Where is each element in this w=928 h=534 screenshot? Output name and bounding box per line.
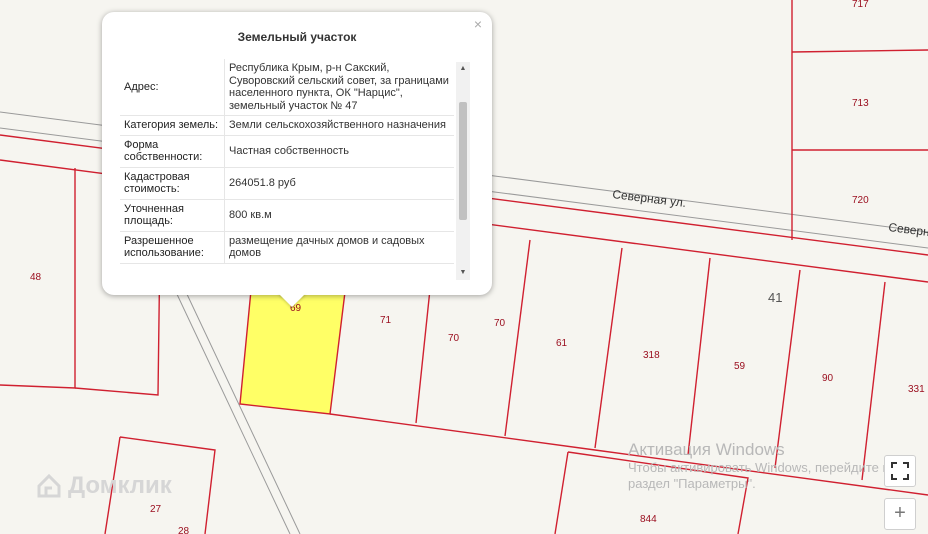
parcel-boundary[interactable]	[687, 257, 711, 456]
popup-scrollbar[interactable]: ▲ ▼	[456, 62, 470, 280]
property-value: Частная собственность	[224, 135, 454, 168]
watermark-line: Чтобы активировать Windows, перейдите в	[628, 460, 890, 475]
property-key: Адрес:	[120, 59, 225, 116]
zoom-in-button[interactable]: +	[884, 498, 916, 530]
table-row: Разрешенное использование: размещение дач…	[120, 231, 454, 264]
popup-title: Земельный участок	[237, 30, 357, 44]
watermark-line: раздел "Параметры".	[628, 476, 756, 491]
parcel-info-popup: × Земельный участок Адрес: Республика Кры…	[102, 12, 492, 295]
property-key: Разрешенное использование:	[120, 231, 225, 264]
property-key: Форма собственности:	[120, 135, 225, 168]
table-row: Кадастровая стоимость: 264051.8 руб	[120, 167, 454, 200]
plot-number: 48	[30, 272, 42, 283]
properties-table: Адрес: Республика Крым, р-н Сакский, Суво…	[120, 59, 454, 264]
plot-number: 844	[640, 514, 657, 525]
table-row: Категория земель: Земли сельскохозяйствен…	[120, 115, 454, 136]
windows-activation-watermark: Активация Windows Чтобы активировать Win…	[628, 440, 889, 492]
parcel-boundary[interactable]	[554, 451, 569, 534]
plot-number: 331	[908, 384, 925, 395]
logo-text: Домклик	[68, 472, 172, 499]
road-label: Северная ул.	[612, 187, 687, 210]
road-label: Северн	[888, 220, 928, 239]
plot-number: 713	[852, 98, 869, 109]
table-row: Адрес: Республика Крым, р-н Сакский, Суво…	[120, 59, 454, 116]
fullscreen-button[interactable]	[884, 455, 916, 487]
scroll-thumb[interactable]	[459, 102, 467, 220]
property-value: 800 кв.м	[224, 199, 454, 232]
property-key: Категория земель:	[120, 115, 225, 136]
quarter-label: 41	[768, 290, 782, 305]
parcel-boundary[interactable]	[504, 239, 531, 437]
property-key: Кадастровая стоимость:	[120, 167, 225, 200]
scroll-down-icon[interactable]: ▼	[456, 266, 470, 280]
watermark-title: Активация Windows	[628, 440, 785, 459]
plot-number: 61	[556, 338, 568, 349]
parcel-boundary[interactable]	[594, 247, 623, 449]
property-value: размещение дачных домов и садовых домов	[224, 231, 454, 264]
popup-pointer	[278, 293, 306, 307]
domclick-logo: Домклик	[36, 472, 172, 500]
table-row: Уточненная площадь: 800 кв.м	[120, 199, 454, 232]
plot-number: 70	[448, 333, 460, 344]
property-value: Республика Крым, р-н Сакский, Суворовски…	[224, 59, 454, 116]
plot-number: 720	[852, 195, 869, 206]
property-value: 264051.8 руб	[224, 167, 454, 200]
fullscreen-icon	[891, 462, 909, 480]
plot-number: 59	[734, 361, 746, 372]
scroll-up-icon[interactable]: ▲	[456, 62, 470, 76]
plot-number: 318	[643, 350, 660, 361]
parcel-boundary[interactable]	[791, 49, 928, 53]
plot-number: 70	[494, 318, 506, 329]
plot-number: 90	[822, 373, 834, 384]
plot-number: 717	[852, 0, 869, 10]
property-key: Уточненная площадь:	[120, 199, 225, 232]
plot-number: 28	[178, 526, 190, 534]
house-logo-icon	[37, 473, 61, 498]
plot-number: 71	[380, 315, 392, 326]
popup-properties[interactable]: Адрес: Республика Крым, р-н Сакский, Суво…	[120, 59, 454, 283]
property-value: Земли сельскохозяйственного назначения	[224, 115, 454, 136]
plot-number: 27	[150, 504, 162, 515]
table-row: Форма собственности: Частная собственност…	[120, 135, 454, 168]
